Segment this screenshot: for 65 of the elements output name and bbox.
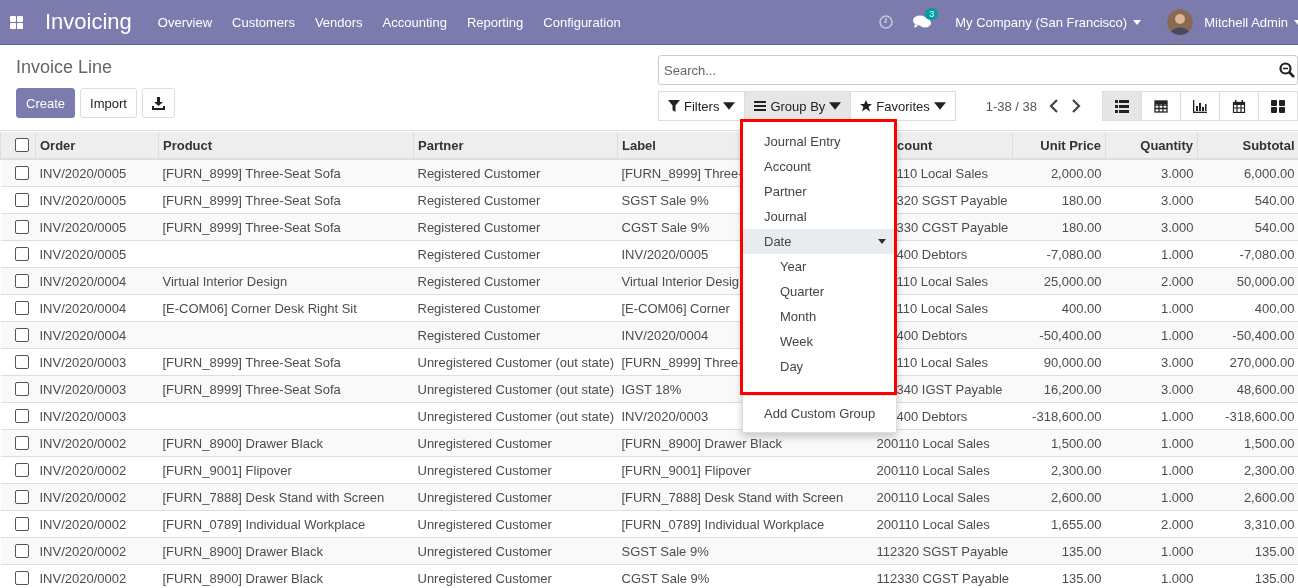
table-cell: 3.000 <box>1105 159 1198 187</box>
table-cell: 112330 CGST Payable <box>872 564 1013 588</box>
table-cell: 2,000.00 <box>1012 159 1106 187</box>
table-cell: [FURN_8900] Drawer Black <box>617 429 873 457</box>
table-cell: INV/2020/0002 <box>35 564 159 588</box>
table-cell: 1,500.00 <box>1197 429 1298 457</box>
table-cell: INV/2020/0002 <box>35 537 159 565</box>
table-cell: 1.000 <box>1105 564 1198 588</box>
table-cell: SGST Sale 9% <box>617 537 873 565</box>
table-cell: 3.000 <box>1105 213 1198 241</box>
page-title: Invoice Line <box>16 57 114 78</box>
table-cell: 2.000 <box>1105 267 1198 295</box>
table-cell: 2,600.00 <box>1197 483 1298 511</box>
table-cell: [FURN_8999] Three-Seat Sofa <box>158 375 414 403</box>
table-cell: -50,400.00 <box>1197 321 1298 349</box>
table-cell: 135.00 <box>1012 564 1106 588</box>
table-cell: 3.000 <box>1105 375 1198 403</box>
table-cell: 135.00 <box>1197 564 1298 588</box>
table-cell: 135.00 <box>1012 537 1106 565</box>
table-cell: INV/2020/0005 <box>35 213 159 241</box>
table-cell: 1.000 <box>1105 429 1198 457</box>
table-cell: 1.000 <box>1105 483 1198 511</box>
table-cell: 16,200.00 <box>1012 375 1106 403</box>
table-cell: 48,600.00 <box>1197 375 1298 403</box>
pager-value: 1-38 / 38 <box>985 98 1037 114</box>
table-cell: [FURN_8900] Drawer Black <box>158 564 414 588</box>
table-cell: 6,000.00 <box>1197 159 1298 187</box>
table-cell: 135.00 <box>1197 537 1298 565</box>
table-cell: INV/2020/0005 <box>35 159 159 187</box>
table-cell: Registered Customer <box>413 267 618 295</box>
table-cell: 540.00 <box>1197 213 1298 241</box>
message-count-badge: 3 <box>925 8 939 20</box>
table-cell: Virtual Interior Design <box>158 267 414 295</box>
table-cell: 200110 Local Sales <box>872 483 1013 511</box>
table-cell: [FURN_7888] Desk Stand with Screen <box>617 483 873 511</box>
table-cell: -50,400.00 <box>1012 321 1106 349</box>
table-cell: Unregistered Customer <box>413 429 618 457</box>
table-cell: 2,600.00 <box>1012 483 1106 511</box>
table-cell: 200110 Local Sales <box>872 429 1013 457</box>
table-cell: Unregistered Customer (out state) <box>413 375 618 403</box>
table-cell: INV/2020/0004 <box>35 321 159 349</box>
table-cell: [FURN_8999] Three-Seat Sofa <box>158 159 414 187</box>
user-name: Mitchell Admin <box>1204 14 1288 30</box>
table-cell: [FURN_8900] Drawer Black <box>158 537 414 565</box>
table-cell: CGST Sale 9% <box>617 564 873 588</box>
table-cell: 112320 SGST Payable <box>872 537 1013 565</box>
table-cell: Registered Customer <box>413 213 618 241</box>
table-cell: 1,500.00 <box>1012 429 1106 457</box>
table-cell: 25,000.00 <box>1012 267 1106 295</box>
table-cell: 50,000.00 <box>1197 267 1298 295</box>
table-cell: INV/2020/0002 <box>35 483 159 511</box>
table-cell: INV/2020/0004 <box>35 267 159 295</box>
table-cell: Unregistered Customer <box>413 483 618 511</box>
table-cell: [FURN_8999] Three-Seat Sofa <box>158 213 414 241</box>
table-cell: [FURN_7888] Desk Stand with Screen <box>158 483 414 511</box>
table-cell: 1.000 <box>1105 537 1198 565</box>
table-cell: INV/2020/0002 <box>35 429 159 457</box>
table-cell: INV/2020/0003 <box>35 375 159 403</box>
table-cell: Unregistered Customer <box>413 564 618 588</box>
table-cell: [FURN_8900] Drawer Black <box>158 429 414 457</box>
table-cell: 180.00 <box>1012 213 1106 241</box>
table-cell: Unregistered Customer <box>413 537 618 565</box>
table-cell: Registered Customer <box>413 159 618 187</box>
table-cell: Registered Customer <box>413 321 618 349</box>
table-cell: 1.000 <box>1105 321 1198 349</box>
